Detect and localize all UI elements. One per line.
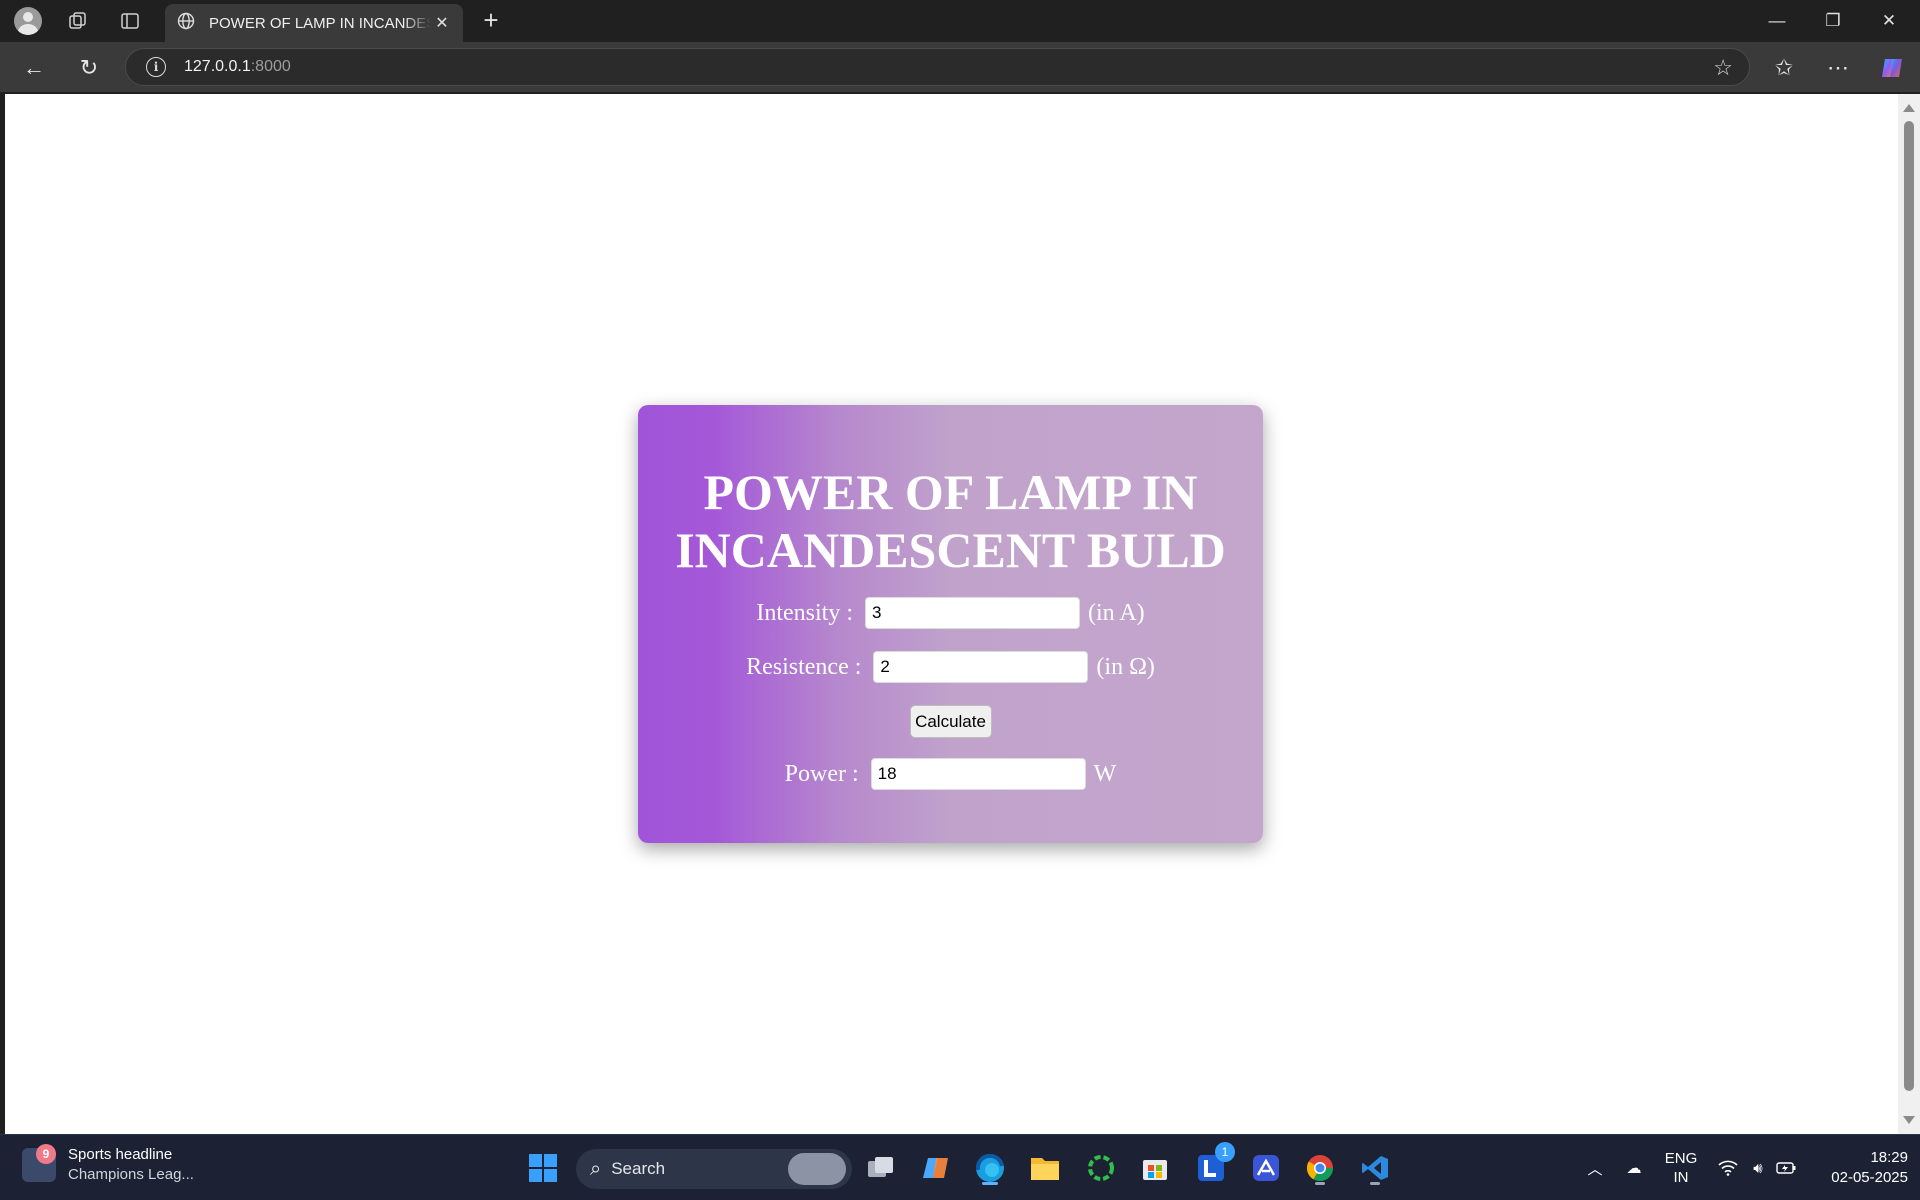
news-subtitle: Champions Leag... xyxy=(68,1166,194,1183)
edge-browser-icon[interactable] xyxy=(970,1148,1010,1188)
volume-icon[interactable]: 🔊︎ xyxy=(1744,1135,1772,1200)
intensity-row: Intensity : (in A) xyxy=(638,597,1263,629)
refresh-icon[interactable]: ↻ xyxy=(73,52,105,84)
close-window-icon[interactable]: ✕ xyxy=(1861,0,1917,42)
url-text: 127.0.0.1:8000 xyxy=(184,58,291,75)
globe-icon xyxy=(177,12,199,35)
news-widget[interactable]: 9 Sports headline Champions Leag... xyxy=(22,1144,194,1185)
page-title: POWER OF LAMP IN INCANDESCENT BULD xyxy=(675,464,1226,578)
news-badge: 9 xyxy=(36,1144,56,1164)
language-code: ENG xyxy=(1664,1150,1698,1167)
windows-start-icon[interactable] xyxy=(523,1148,563,1188)
file-explorer-icon[interactable] xyxy=(1025,1148,1065,1188)
language-indicator[interactable]: ENG IN xyxy=(1656,1135,1706,1200)
taskbar-search[interactable]: ⌕ Search xyxy=(576,1149,852,1189)
power-unit: W xyxy=(1093,760,1117,787)
taskbar: 9 Sports headline Champions Leag... ⌕ Se… xyxy=(0,1134,1920,1200)
browser-tab[interactable]: POWER OF LAMP IN INCANDESCENT BULD ✕ xyxy=(165,4,463,42)
calculate-button[interactable]: Calculate xyxy=(909,705,992,738)
workspaces-icon[interactable] xyxy=(58,8,98,34)
tab-title: POWER OF LAMP IN INCANDESCENT BULD xyxy=(209,14,431,32)
onedrive-icon[interactable]: ☁ xyxy=(1618,1135,1650,1200)
search-icon: ⌕ xyxy=(590,1157,602,1180)
search-label: Search xyxy=(611,1159,666,1178)
scroll-down-icon[interactable] xyxy=(1903,1116,1915,1124)
scroll-up-icon[interactable] xyxy=(1903,104,1915,112)
resistance-input[interactable] xyxy=(873,651,1089,683)
calculate-row: Calculate xyxy=(638,705,1263,738)
power-row: Power : W xyxy=(638,758,1263,790)
wifi-icon[interactable] xyxy=(1714,1135,1742,1200)
app-badge: 1 xyxy=(1215,1142,1235,1162)
navigation-bar: ← ↻ i 127.0.0.1:8000 ☆ ✩ ⋯ xyxy=(0,42,1920,92)
resistance-label: Resistence : xyxy=(746,653,862,680)
web-page: POWER OF LAMP IN INCANDESCENT BULD Inten… xyxy=(5,94,1898,1134)
intensity-label: Intensity : xyxy=(756,599,853,626)
new-tab-button[interactable]: + xyxy=(476,6,506,36)
clock[interactable]: 18:29 02-05-2025 xyxy=(1808,1135,1908,1200)
microsoft-store-icon[interactable] xyxy=(1135,1148,1175,1188)
copilot-icon[interactable] xyxy=(1876,52,1908,84)
tab-actions-icon[interactable] xyxy=(110,8,150,34)
power-output[interactable] xyxy=(870,758,1086,790)
resistance-unit: (in Ω) xyxy=(1096,653,1155,680)
favorites-icon[interactable]: ✩ xyxy=(1768,52,1800,84)
profile-icon[interactable] xyxy=(8,7,48,35)
resistance-row: Resistence : (in Ω) xyxy=(638,651,1263,683)
vertical-scrollbar[interactable] xyxy=(1898,94,1920,1134)
calculator-card: POWER OF LAMP IN INCANDESCENT BULD Inten… xyxy=(638,405,1263,843)
address-bar[interactable]: i 127.0.0.1:8000 ☆ xyxy=(125,48,1750,86)
minimize-icon[interactable]: — xyxy=(1749,0,1805,42)
copilot-app-icon[interactable] xyxy=(916,1148,956,1188)
show-hidden-icons[interactable]: ︿ xyxy=(1580,1135,1610,1200)
scroll-thumb[interactable] xyxy=(1904,121,1914,1091)
battery-icon[interactable] xyxy=(1772,1135,1800,1200)
back-icon[interactable]: ← xyxy=(18,52,50,84)
close-tab-icon[interactable]: ✕ xyxy=(431,13,453,33)
site-info-icon[interactable]: i xyxy=(146,57,166,77)
vscode-icon[interactable] xyxy=(1355,1148,1395,1188)
search-highlight-icon xyxy=(788,1153,846,1185)
clock-date: 02-05-2025 xyxy=(1831,1169,1908,1186)
restore-icon[interactable]: ❐ xyxy=(1805,0,1861,42)
browser-titlebar: POWER OF LAMP IN INCANDESCENT BULD ✕ + —… xyxy=(0,0,1920,42)
news-title: Sports headline xyxy=(68,1146,173,1163)
l-app-icon[interactable]: 1 xyxy=(1191,1142,1235,1188)
favorite-star-icon[interactable]: ☆ xyxy=(1713,55,1733,81)
clock-time: 18:29 xyxy=(1870,1149,1908,1166)
region-code: IN xyxy=(1673,1169,1689,1186)
intensity-input[interactable] xyxy=(864,597,1080,629)
green-ring-app-icon[interactable] xyxy=(1081,1148,1121,1188)
more-options-icon[interactable]: ⋯ xyxy=(1822,52,1854,84)
task-view-icon[interactable] xyxy=(861,1148,901,1188)
power-label: Power : xyxy=(784,760,859,787)
intensity-unit: (in A) xyxy=(1087,599,1145,626)
chrome-icon[interactable] xyxy=(1300,1148,1340,1188)
news-icon: 9 xyxy=(22,1144,56,1182)
arc-app-icon[interactable] xyxy=(1246,1148,1286,1188)
